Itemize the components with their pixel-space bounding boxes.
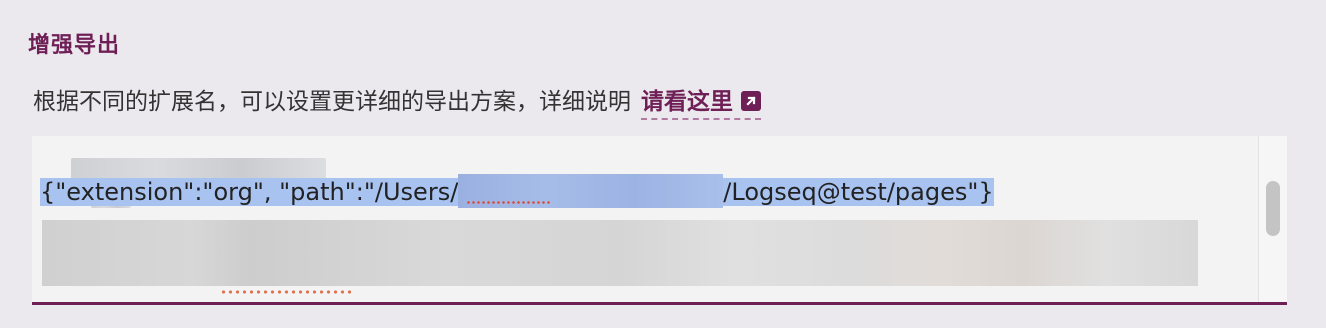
spellcheck-underline: [220, 290, 355, 294]
external-link-icon: [741, 91, 761, 111]
help-link-label: 请看这里: [641, 89, 733, 115]
description: 根据不同的扩展名，可以设置更详细的导出方案，详细说明 请看这里: [33, 82, 761, 120]
code-prefix: {"extension":"org", "path":"/Users/: [40, 178, 459, 206]
export-config-editor[interactable]: {"extension":"org", "path":"/Users/ /Logs…: [32, 136, 1287, 305]
selected-code: {"extension":"org", "path":"/Users/ /Logs…: [40, 174, 994, 208]
description-text: 根据不同的扩展名，可以设置更详细的导出方案，详细说明: [33, 89, 631, 115]
spellcheck-underline: [466, 201, 553, 204]
help-link[interactable]: 请看这里: [641, 82, 761, 120]
editor-scrollbar[interactable]: [1258, 136, 1287, 302]
code-line-org[interactable]: {"extension":"org", "path":"/Users/ /Logs…: [40, 174, 994, 208]
redacted-username: [458, 174, 724, 208]
scrollbar-thumb[interactable]: [1266, 181, 1280, 236]
section-title: 增强导出: [28, 33, 121, 58]
code-suffix: /Logseq@test/pages"}: [723, 178, 994, 206]
redacted-code-block: [42, 220, 1198, 286]
